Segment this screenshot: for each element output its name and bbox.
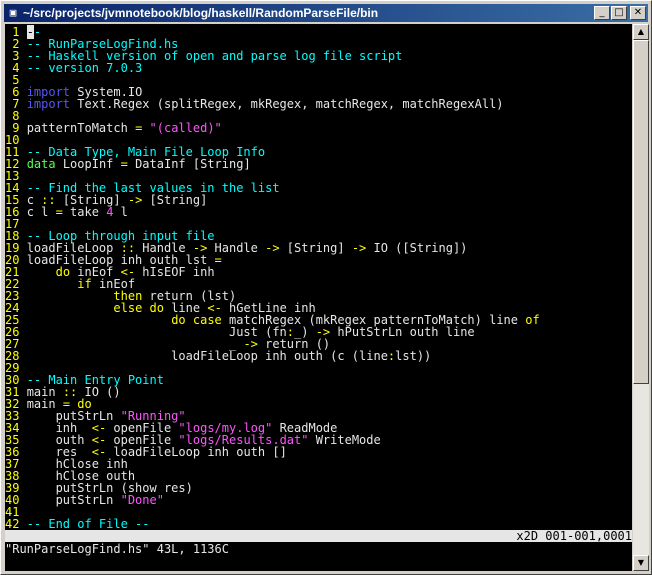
- title-bar[interactable]: ▣ ~/src/projects/jvmnotebook/blog/haskel…: [4, 4, 648, 22]
- status-position: x2D 001-001,0001: [516, 529, 632, 543]
- code-token: putStrLn: [26, 493, 121, 507]
- code-token: import: [26, 97, 71, 111]
- scroll-thumb[interactable]: [633, 40, 649, 384]
- close-button[interactable]: ✕: [630, 6, 646, 20]
- code-token: LoopInf: [55, 157, 121, 171]
- code-token: Text.Regex (splitRegex, mkRegex, matchRe…: [70, 97, 504, 111]
- code-token: l: [113, 205, 128, 219]
- code-token: of: [525, 313, 540, 327]
- terminal-icon: ▣: [9, 6, 17, 19]
- code-line: 16 c l = take 4 l: [5, 206, 540, 218]
- vim-message-line: "RunParseLogFind.hs" 43L, 1136C: [5, 542, 229, 556]
- code-token: "Done": [120, 493, 164, 507]
- code-line: 28 loadFileLoop inh outh (c (line:lst)): [5, 350, 540, 362]
- vim-status-line: RunParseLogFind.hs [haskell,unix] x2D 00…: [5, 529, 632, 554]
- code-lines: 1 -- 2 -- RunParseLogFind.hs 3 -- Haskel…: [5, 25, 540, 530]
- vertical-scrollbar[interactable]: ▲ ▼: [633, 24, 649, 571]
- code-token: loadFileLoop inh outh (c (line: [26, 349, 388, 363]
- scroll-down-arrow-icon[interactable]: ▼: [633, 555, 649, 571]
- line-number: 42: [5, 517, 27, 531]
- terminal-window: ▣ ~/src/projects/jvmnotebook/blog/haskel…: [0, 0, 652, 575]
- code-line: 42 -- End of File --: [5, 518, 540, 530]
- code-token: WriteMode: [308, 433, 381, 447]
- code-token: IO ([String]): [366, 241, 468, 255]
- code-token: DataInf [String]: [127, 157, 251, 171]
- code-token: loadFileLoop inh outh []: [106, 445, 287, 459]
- code-line: 40 putStrLn "Done": [5, 494, 540, 506]
- code-line: 12 data LoopInf = DataInf [String]: [5, 158, 540, 170]
- code-token: take: [62, 205, 107, 219]
- code-token: lst)): [395, 349, 432, 363]
- code-line: 9 patternToMatch = "(called)": [5, 122, 540, 134]
- code-token: =: [120, 157, 128, 171]
- code-token: c l: [26, 205, 56, 219]
- minimize-button[interactable]: _: [594, 6, 610, 20]
- scroll-up-arrow-icon[interactable]: ▲: [633, 24, 649, 40]
- code-token: patternToMatch: [26, 121, 136, 135]
- code-token: ->: [351, 241, 367, 255]
- code-token: -- version 7.0.3: [26, 61, 143, 75]
- code-line: 7 import Text.Regex (splitRegex, mkRegex…: [5, 98, 540, 110]
- window-title: ~/src/projects/jvmnotebook/blog/haskell/…: [23, 6, 379, 20]
- code-token: =: [55, 205, 63, 219]
- code-token: ->: [127, 193, 143, 207]
- code-token: data: [26, 157, 56, 171]
- code-line: 4 -- version 7.0.3: [5, 62, 540, 74]
- code-token: hIsEOF inh: [135, 265, 215, 279]
- maximize-button[interactable]: □: [611, 6, 627, 20]
- code-token: hPutStrLn outh line: [330, 325, 475, 339]
- code-token: -- End of File --: [26, 517, 150, 531]
- code-token: =: [214, 253, 222, 267]
- code-token: [String]: [142, 193, 208, 207]
- code-token: ->: [265, 241, 280, 255]
- code-token: "(called)": [149, 121, 222, 135]
- code-token: [String]: [279, 241, 352, 255]
- vim-editor-area[interactable]: 1 -- 2 -- RunParseLogFind.hs 3 -- Haskel…: [5, 24, 632, 571]
